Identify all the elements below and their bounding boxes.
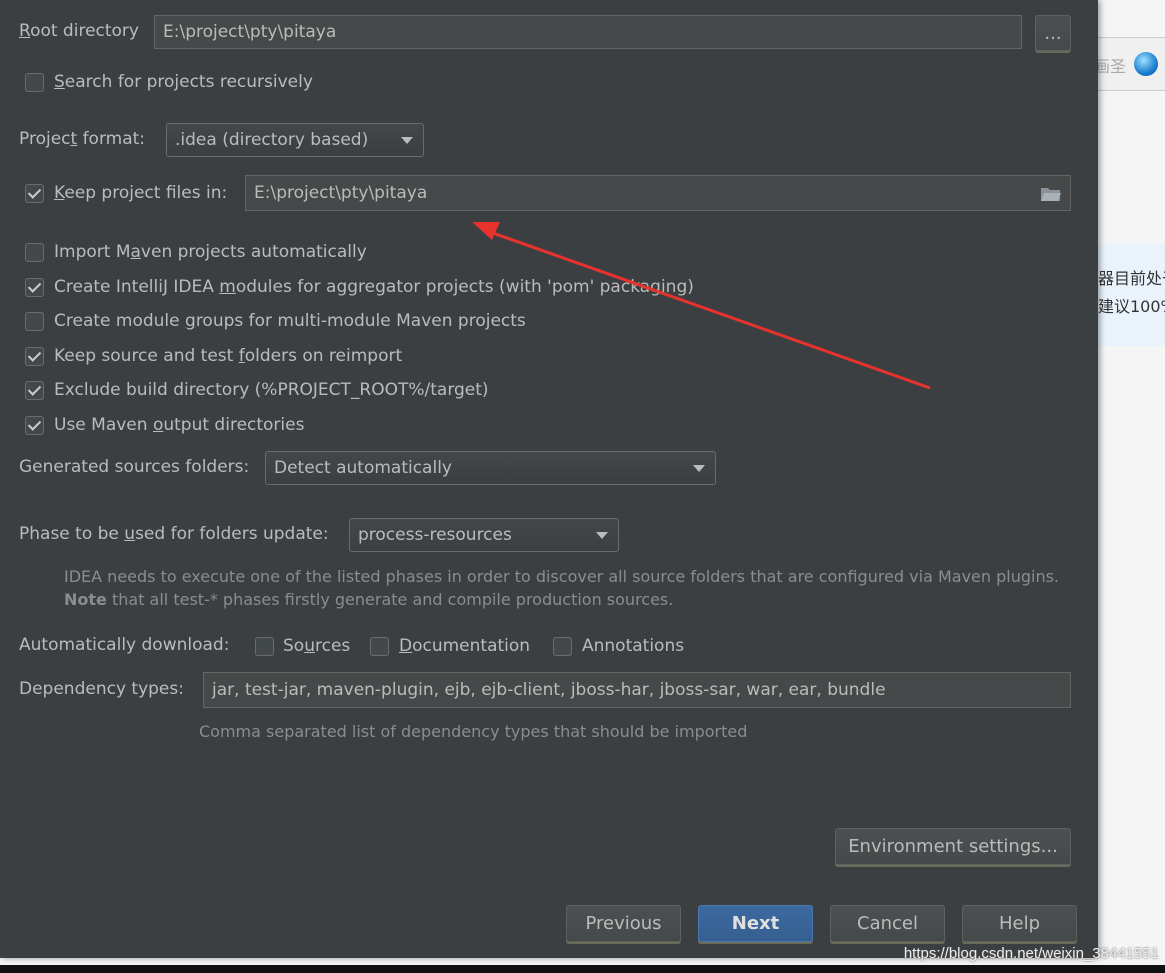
- taskbar: [0, 965, 1165, 973]
- red-arrow-annotation: [472, 222, 931, 390]
- watermark: https://blog.csdn.net/weixin_38441551: [903, 945, 1159, 962]
